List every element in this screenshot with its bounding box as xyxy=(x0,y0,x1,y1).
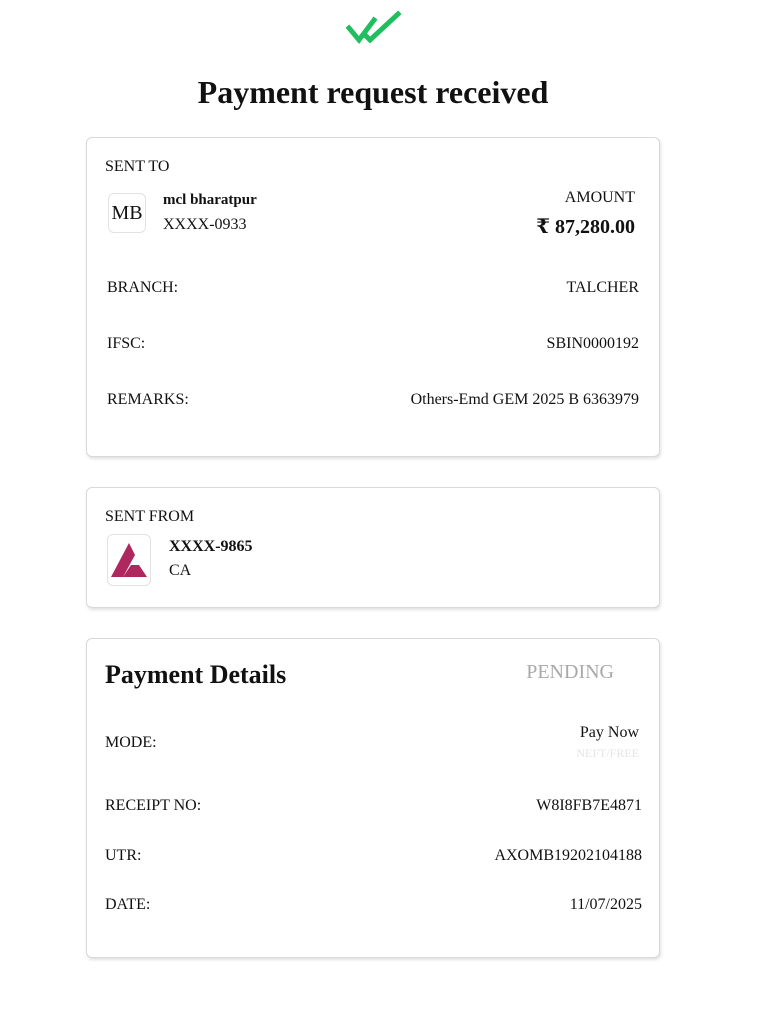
amount-value: ₹ 87,280.00 xyxy=(536,216,635,238)
payee-account: XXXX-0933 xyxy=(163,216,247,233)
amount-label: AMOUNT xyxy=(564,189,635,206)
date-value: 11/07/2025 xyxy=(569,896,642,913)
axis-bank-logo-icon xyxy=(111,543,147,577)
receipt-label: RECEIPT NO: xyxy=(105,797,202,814)
utr-value: AXOMB19202104188 xyxy=(494,847,642,864)
receipt-value: W8I8FB7E4871 xyxy=(536,797,642,814)
payee-name: mcl bharatpur xyxy=(163,192,257,208)
ifsc-label: IFSC: xyxy=(107,335,146,352)
remarks-label: REMARKS: xyxy=(107,391,189,408)
remarks-value: Others-Emd GEM 2025 B 6363979 xyxy=(410,391,639,408)
ifsc-value: SBIN0000192 xyxy=(546,335,639,352)
source-account: XXXX-9865 xyxy=(169,538,253,555)
branch-label: BRANCH: xyxy=(107,279,179,296)
bank-logo xyxy=(107,534,151,586)
utr-label: UTR: xyxy=(105,847,142,864)
status-badge: PENDING xyxy=(526,661,614,683)
sent-from-card: SENT FROM XXXX-9865 CA xyxy=(86,487,660,608)
payment-details-title: Payment Details xyxy=(105,660,287,689)
payee-avatar: MB xyxy=(108,193,146,233)
page-title: Payment request received xyxy=(197,74,549,110)
mode-subtext: NEFT/FREE xyxy=(576,746,639,760)
double-check-icon xyxy=(346,10,402,45)
sent-to-label: SENT TO xyxy=(105,158,170,175)
source-account-type: CA xyxy=(169,562,192,579)
payment-confirmation-page: Payment request received SENT TO MB mcl … xyxy=(0,0,768,1024)
date-label: DATE: xyxy=(105,896,151,913)
mode-value: Pay Now xyxy=(579,724,639,741)
sent-from-label: SENT FROM xyxy=(105,508,195,525)
branch-value: TALCHER xyxy=(566,279,640,296)
mode-label: MODE: xyxy=(105,734,157,751)
sent-to-card: SENT TO MB mcl bharatpur XXXX-0933 AMOUN… xyxy=(86,137,660,457)
payment-details-card: Payment Details PENDING MODE: Pay Now NE… xyxy=(86,638,660,958)
